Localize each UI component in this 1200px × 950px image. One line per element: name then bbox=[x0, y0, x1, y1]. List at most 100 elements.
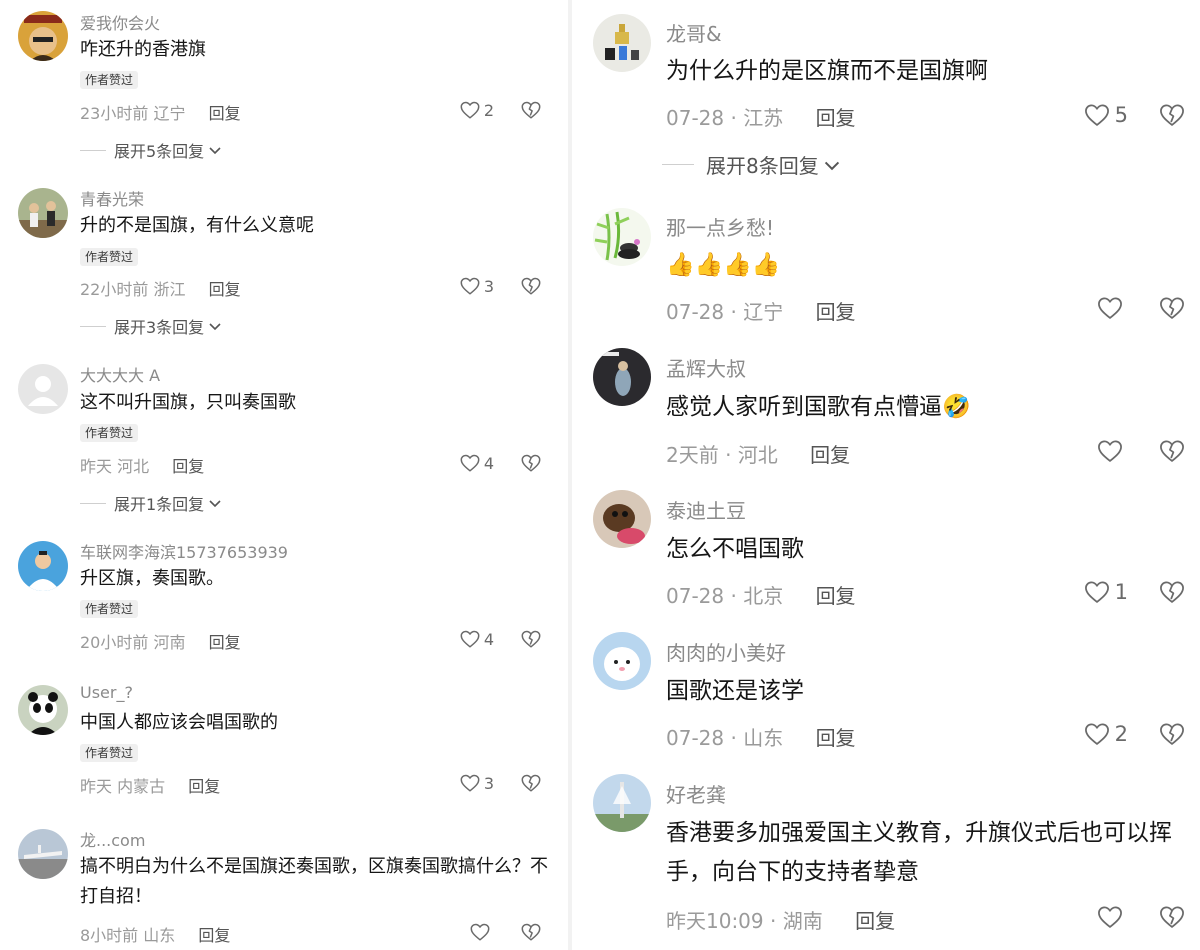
like-button[interactable]: 4 bbox=[459, 452, 494, 474]
like-button[interactable]: 3 bbox=[459, 772, 494, 794]
broken-heart-icon bbox=[521, 923, 541, 941]
commenter-name[interactable]: 那一点乡愁! bbox=[666, 212, 774, 241]
reply-button[interactable]: 回复 bbox=[209, 280, 241, 299]
like-count: 2 bbox=[483, 100, 494, 120]
reply-button[interactable]: 回复 bbox=[198, 926, 230, 945]
commenter-name[interactable]: User_? bbox=[80, 683, 133, 702]
expand-replies-button[interactable]: 展开5条回复 bbox=[80, 138, 222, 162]
reply-button[interactable]: 回复 bbox=[855, 909, 895, 933]
dislike-button[interactable] bbox=[520, 452, 542, 474]
like-button[interactable]: 2 bbox=[1083, 720, 1128, 748]
comment-text: 国歌还是该学 bbox=[666, 678, 804, 704]
broken-heart-icon bbox=[1160, 440, 1184, 462]
author-liked-badge: 作者赞过 bbox=[80, 71, 139, 89]
reply-button[interactable]: 回复 bbox=[810, 443, 850, 467]
commenter-name[interactable]: 大大大大 A bbox=[80, 362, 160, 386]
reply-button[interactable]: 回复 bbox=[188, 777, 220, 796]
comment-time: 2天前 bbox=[666, 443, 719, 467]
comment-location: 山东 bbox=[743, 726, 784, 750]
meta-separator: · bbox=[724, 106, 744, 130]
commenter-name[interactable]: 青春光荣 bbox=[80, 186, 144, 210]
like-button[interactable] bbox=[469, 921, 494, 943]
expand-replies-button[interactable]: 展开8条回复 bbox=[662, 150, 841, 179]
dislike-button[interactable] bbox=[1158, 101, 1186, 129]
reply-button[interactable]: 回复 bbox=[172, 457, 204, 476]
commenter-name[interactable]: 好老龚 bbox=[666, 779, 726, 808]
like-button[interactable] bbox=[1096, 903, 1128, 931]
reply-button[interactable]: 回复 bbox=[209, 633, 241, 652]
avatar[interactable] bbox=[18, 11, 68, 61]
heart-icon bbox=[460, 630, 480, 648]
dislike-button[interactable] bbox=[520, 275, 542, 297]
broken-heart-icon bbox=[521, 277, 541, 295]
commenter-name[interactable]: 肉肉的小美好 bbox=[666, 637, 786, 666]
dislike-button[interactable] bbox=[520, 921, 542, 943]
heart-icon bbox=[1098, 906, 1122, 928]
dislike-button[interactable] bbox=[1158, 903, 1186, 931]
comment-meta: 昨天 河北 回复 bbox=[80, 453, 204, 477]
avatar[interactable] bbox=[18, 829, 68, 879]
comment-text: 怎么不唱国歌 bbox=[666, 536, 804, 562]
like-count: 3 bbox=[483, 773, 494, 793]
reply-button[interactable]: 回复 bbox=[816, 106, 856, 130]
commenter-name[interactable]: 龙哥& bbox=[666, 18, 722, 47]
expand-label: 展开5条回复 bbox=[114, 142, 205, 161]
expand-replies-button[interactable]: 展开3条回复 bbox=[80, 314, 222, 338]
comment-text: 感觉人家听到国歌有点懵逼🤣 bbox=[666, 394, 971, 420]
meta-separator: · bbox=[724, 726, 744, 750]
reply-button[interactable]: 回复 bbox=[816, 726, 856, 750]
expand-label: 展开3条回复 bbox=[114, 318, 205, 337]
broken-heart-icon bbox=[1160, 581, 1184, 603]
like-count: 2 bbox=[1114, 722, 1128, 746]
commenter-name[interactable]: 龙...com bbox=[80, 827, 145, 851]
dislike-button[interactable] bbox=[1158, 578, 1186, 606]
like-button[interactable]: 5 bbox=[1083, 101, 1128, 129]
reply-button[interactable]: 回复 bbox=[209, 104, 241, 123]
avatar[interactable] bbox=[593, 348, 651, 406]
dislike-button[interactable] bbox=[520, 628, 542, 650]
avatar[interactable] bbox=[593, 208, 651, 266]
meta-separator: · bbox=[763, 909, 783, 933]
comment-time: 8小时前 bbox=[80, 926, 139, 945]
comment-meta: 07-28 · 辽宁 回复 bbox=[666, 296, 856, 325]
expand-line bbox=[662, 164, 694, 165]
avatar[interactable] bbox=[593, 774, 651, 832]
author-liked-badge: 作者赞过 bbox=[80, 248, 139, 266]
dislike-button[interactable] bbox=[1158, 437, 1186, 465]
commenter-name[interactable]: 爱我你会火 bbox=[80, 10, 160, 34]
avatar[interactable] bbox=[18, 685, 68, 735]
like-button[interactable]: 3 bbox=[459, 275, 494, 297]
like-count: 4 bbox=[483, 629, 494, 649]
avatar[interactable] bbox=[18, 364, 68, 414]
comment-time: 昨天 bbox=[80, 457, 113, 476]
comment-location: 内蒙古 bbox=[117, 777, 166, 796]
dislike-button[interactable] bbox=[520, 99, 542, 121]
like-button[interactable] bbox=[1096, 437, 1128, 465]
like-button[interactable]: 4 bbox=[459, 628, 494, 650]
reply-button[interactable]: 回复 bbox=[816, 300, 856, 324]
dislike-button[interactable] bbox=[520, 772, 542, 794]
like-button[interactable] bbox=[1096, 294, 1128, 322]
comment-time: 昨天 bbox=[80, 777, 113, 796]
dislike-button[interactable] bbox=[1158, 294, 1186, 322]
avatar[interactable] bbox=[18, 188, 68, 238]
avatar[interactable] bbox=[593, 490, 651, 548]
commenter-name[interactable]: 泰迪土豆 bbox=[666, 495, 746, 524]
left-comment-column: 爱我你会火 咋还升的香港旗 作者赞过 23小时前 辽宁 回复 2 展开5条回复 … bbox=[0, 0, 570, 950]
expand-replies-button[interactable]: 展开1条回复 bbox=[80, 491, 222, 515]
comment-meta: 07-28 · 山东 回复 bbox=[666, 722, 856, 751]
reply-button[interactable]: 回复 bbox=[816, 584, 856, 608]
comment-meta: 22小时前 浙江 回复 bbox=[80, 276, 241, 300]
like-button[interactable]: 2 bbox=[459, 99, 494, 121]
avatar[interactable] bbox=[593, 14, 651, 72]
dislike-button[interactable] bbox=[1158, 720, 1186, 748]
commenter-name[interactable]: 孟辉大叔 bbox=[666, 353, 746, 382]
comment-location: 浙江 bbox=[153, 280, 186, 299]
comment-meta: 2天前 · 河北 回复 bbox=[666, 439, 850, 468]
commenter-name[interactable]: 车联网李海滨15737653939 bbox=[80, 539, 288, 563]
comment-text: 这不叫升国旗，只叫奏国歌 bbox=[80, 392, 296, 413]
like-button[interactable]: 1 bbox=[1083, 578, 1128, 606]
right-comment-column: 龙哥& 为什么升的是区旗而不是国旗啊 07-28 · 江苏 回复 5 展开8条回… bbox=[570, 0, 1200, 950]
avatar[interactable] bbox=[18, 541, 68, 591]
avatar[interactable] bbox=[593, 632, 651, 690]
